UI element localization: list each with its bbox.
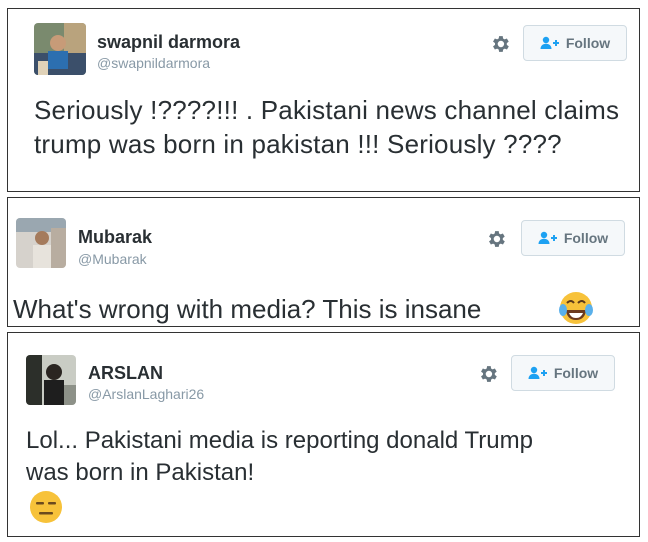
follow-label: Follow (563, 230, 609, 246)
gear-icon[interactable] (477, 363, 499, 385)
follow-label: Follow (565, 35, 611, 51)
follow-user-icon (528, 366, 547, 379)
tweet-card: Mubarak @Mubarak Follow What's wrong wit… (7, 197, 640, 327)
gear-icon[interactable] (489, 33, 511, 55)
face-with-tears-of-joy-icon (559, 292, 593, 324)
tweet-text: Lol... Pakistani media is reporting dona… (26, 427, 533, 486)
user-handle[interactable]: @ArslanLaghari26 (88, 386, 204, 402)
follow-label: Follow (553, 365, 599, 381)
user-name[interactable]: ARSLAN (88, 363, 163, 384)
user-name[interactable]: Mubarak (78, 227, 152, 248)
avatar[interactable] (16, 218, 66, 268)
avatar[interactable] (26, 355, 76, 405)
avatar[interactable] (34, 23, 86, 75)
follow-user-icon (540, 36, 559, 49)
tweet-card: swapnil darmora @swapnildarmora Follow S… (7, 8, 640, 192)
follow-button[interactable]: Follow (523, 25, 627, 61)
follow-button[interactable]: Follow (511, 355, 615, 391)
follow-user-icon (538, 231, 557, 244)
tweet-card: ARSLAN @ArslanLaghari26 Follow Lol... Pa… (7, 332, 640, 537)
user-name[interactable]: swapnil darmora (97, 32, 240, 53)
expressionless-face-icon (30, 491, 62, 523)
tweet-text: Seriously !????!!! . Pakistani news chan… (34, 95, 620, 159)
tweet-text: What's wrong with media? This is insane (13, 294, 482, 324)
gear-icon[interactable] (485, 228, 507, 250)
user-handle[interactable]: @Mubarak (78, 251, 147, 267)
follow-button[interactable]: Follow (521, 220, 625, 256)
user-handle[interactable]: @swapnildarmora (97, 55, 210, 71)
